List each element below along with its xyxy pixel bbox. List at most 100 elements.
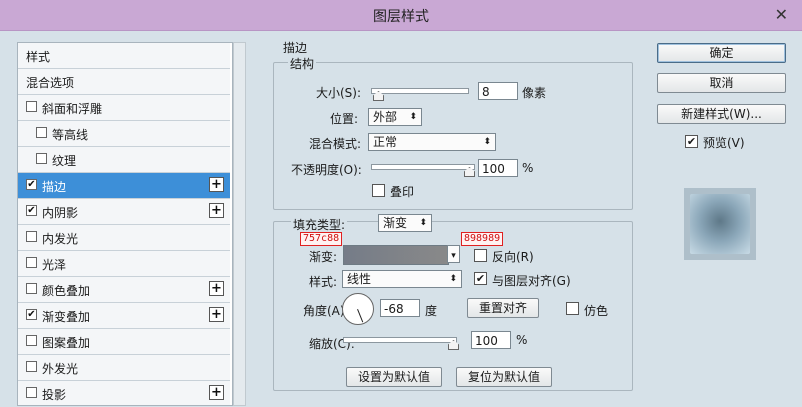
style-item-checkbox[interactable]	[26, 335, 37, 346]
position-select[interactable]: 外部 ⬍	[368, 108, 422, 126]
opacity-input[interactable]: 100	[478, 159, 518, 177]
add-icon[interactable]: +	[209, 385, 224, 400]
style-list-item[interactable]: 混合选项	[18, 69, 230, 95]
style-item-checkbox[interactable]	[36, 153, 47, 164]
style-item-label: 颜色叠加	[42, 284, 91, 298]
style-item-label: 斜面和浮雕	[42, 102, 103, 116]
size-label: 大小(S):	[316, 86, 362, 100]
stroke-section-title: 描边	[281, 39, 310, 56]
style-item-checkbox[interactable]	[26, 283, 37, 294]
angle-dial-needle	[357, 309, 364, 323]
style-item-checkbox[interactable]: ✔	[26, 309, 37, 320]
style-item-label: 描边	[42, 180, 67, 194]
style-list-item[interactable]: 投影 +	[18, 381, 230, 405]
overprint-checkbox[interactable]	[372, 184, 385, 197]
align-with-layer-checkbox[interactable]: ✔	[474, 272, 487, 285]
style-item-label: 内阴影	[42, 206, 79, 220]
add-icon[interactable]: +	[209, 177, 224, 192]
style-list-item[interactable]: 纹理	[18, 147, 230, 173]
gradient-start-color-tag: 757c88	[300, 232, 343, 246]
style-list-item[interactable]: ✔ 内阴影 +	[18, 199, 230, 225]
reset-alignment-button[interactable]: 重置对齐	[467, 298, 539, 318]
check-icon: ✔	[686, 135, 697, 148]
opacity-label: 不透明度(O):	[291, 163, 362, 177]
style-list-item[interactable]: 颜色叠加 +	[18, 277, 230, 303]
style-list-item[interactable]: 图案叠加	[18, 329, 230, 355]
style-item-checkbox[interactable]	[26, 101, 37, 112]
blend-mode-value: 正常	[373, 135, 398, 149]
position-value: 外部	[373, 110, 398, 124]
style-list-item[interactable]: ✔ 渐变叠加 +	[18, 303, 230, 329]
style-item-checkbox[interactable]: ✔	[26, 205, 37, 216]
title-bar: 图层样式 ✕	[0, 0, 802, 31]
style-list-item[interactable]: ✔ 描边 +	[18, 173, 230, 199]
style-item-label: 等高线	[52, 128, 89, 142]
blend-mode-label: 混合模式:	[309, 137, 362, 151]
size-unit: 像素	[522, 86, 547, 100]
set-default-button[interactable]: 设置为默认值	[346, 367, 442, 387]
style-label: 样式:	[309, 275, 338, 289]
spinner-icon: ⬍	[483, 137, 491, 147]
style-list-item[interactable]: 样式	[18, 43, 230, 69]
chevron-down-icon: ▾	[451, 251, 456, 261]
close-icon[interactable]: ✕	[775, 5, 788, 24]
fill-type-select[interactable]: 渐变 ⬍	[378, 214, 432, 232]
style-item-label: 纹理	[52, 154, 77, 168]
gradient-dropdown[interactable]: ▾	[447, 245, 460, 263]
reset-default-button[interactable]: 复位为默认值	[456, 367, 552, 387]
align-with-layer-label: 与图层对齐(G)	[492, 274, 571, 288]
fill-type-label: 填充类型:	[291, 216, 348, 233]
style-item-checkbox[interactable]	[26, 361, 37, 372]
add-icon[interactable]: +	[209, 203, 224, 218]
gradient-style-value: 线性	[347, 272, 372, 286]
scale-slider[interactable]	[343, 337, 457, 343]
style-item-label: 外发光	[42, 362, 79, 376]
scale-input[interactable]: 100	[471, 331, 511, 349]
style-item-checkbox[interactable]	[26, 231, 37, 242]
reverse-checkbox[interactable]	[474, 249, 487, 262]
size-slider[interactable]	[371, 88, 469, 94]
gradient-preview[interactable]	[343, 245, 449, 265]
preview-checkbox[interactable]: ✔	[685, 135, 698, 148]
check-icon: ✔	[27, 309, 36, 320]
style-preview-fill	[690, 194, 750, 254]
style-list-item[interactable]: 光泽	[18, 251, 230, 277]
gradient-end-color-tag: 898989	[461, 232, 504, 246]
blend-mode-select[interactable]: 正常 ⬍	[368, 133, 496, 151]
check-icon: ✔	[27, 179, 36, 190]
dither-checkbox[interactable]	[566, 302, 579, 315]
style-item-label: 内发光	[42, 232, 79, 246]
angle-dial[interactable]	[342, 293, 374, 325]
preview-label: 预览(V)	[703, 136, 745, 150]
angle-input[interactable]: -68	[380, 299, 420, 317]
spinner-icon: ⬍	[409, 112, 417, 122]
reverse-label: 反向(R)	[492, 250, 534, 264]
style-list-scrollbar[interactable]	[233, 42, 246, 406]
opacity-slider[interactable]	[371, 164, 475, 170]
style-preview-swatch	[684, 188, 756, 260]
style-list-item[interactable]: 斜面和浮雕	[18, 95, 230, 121]
cancel-button[interactable]: 取消	[657, 73, 786, 93]
add-icon[interactable]: +	[209, 281, 224, 296]
style-item-label: 投影	[42, 388, 67, 402]
style-item-checkbox[interactable]	[36, 127, 47, 138]
check-icon: ✔	[27, 205, 36, 216]
scale-unit: %	[516, 333, 528, 347]
angle-unit: 度	[425, 304, 438, 318]
check-icon: ✔	[475, 272, 486, 285]
fill-type-value: 渐变	[383, 216, 408, 230]
style-list-item[interactable]: 等高线	[18, 121, 230, 147]
style-list-item[interactable]: 外发光	[18, 355, 230, 381]
size-input[interactable]: 8	[478, 82, 518, 100]
style-item-checkbox[interactable]: ✔	[26, 179, 37, 190]
new-style-button[interactable]: 新建样式(W)...	[657, 104, 786, 124]
add-icon[interactable]: +	[209, 307, 224, 322]
gradient-style-select[interactable]: 线性 ⬍	[342, 270, 462, 288]
ok-button[interactable]: 确定	[657, 43, 786, 63]
style-item-label: 光泽	[42, 258, 67, 272]
gradient-label: 渐变:	[309, 250, 338, 264]
style-item-checkbox[interactable]	[26, 257, 37, 268]
style-list-item[interactable]: 内发光	[18, 225, 230, 251]
style-item-label: 图案叠加	[42, 336, 91, 350]
style-item-checkbox[interactable]	[26, 387, 37, 398]
